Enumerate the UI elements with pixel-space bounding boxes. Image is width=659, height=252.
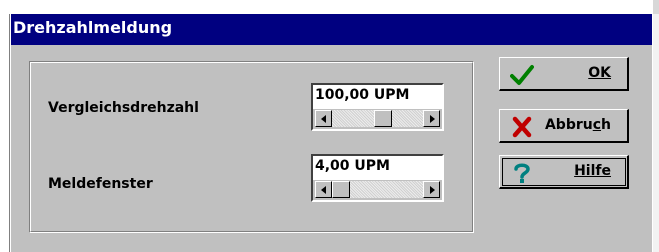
meldefenster-scrollbar[interactable] <box>315 181 440 198</box>
scroll-left-button[interactable] <box>315 110 332 127</box>
vergleichsdrehzahl-label: Vergleichsdrehzahl <box>48 100 199 116</box>
meldefenster-field: 4,00 UPM <box>311 154 444 202</box>
scroll-right-button[interactable] <box>423 181 440 198</box>
vergleichsdrehzahl-scroll-thumb[interactable] <box>374 110 392 127</box>
desktop-top-edge <box>0 0 659 14</box>
vergleichsdrehzahl-scrollbar[interactable] <box>315 110 440 127</box>
cancel-button-label: Abbruch <box>544 117 611 133</box>
help-button[interactable]: Hilfe <box>499 155 629 189</box>
screen-frame: Drehzahlmeldung Vergleichsdrehzahl 100,0… <box>0 0 659 252</box>
scroll-left-button[interactable] <box>315 181 332 198</box>
scroll-left-arrow-icon <box>321 186 326 194</box>
help-button-label: Hilfe <box>574 163 611 179</box>
cancel-button[interactable]: Abbruch <box>499 109 629 143</box>
settings-group-box: Vergleichsdrehzahl 100,00 UPM Meldefenst… <box>29 61 474 233</box>
meldefenster-label: Meldefenster <box>48 176 153 192</box>
question-icon <box>514 163 530 183</box>
scroll-left-arrow-icon <box>321 115 326 123</box>
scroll-right-button[interactable] <box>423 110 440 127</box>
desktop-right-edge <box>653 14 659 252</box>
vergleichsdrehzahl-value[interactable]: 100,00 UPM <box>313 85 442 109</box>
checkmark-icon <box>510 65 534 85</box>
dialog-title: Drehzahlmeldung <box>13 18 173 37</box>
scroll-right-arrow-icon <box>430 186 435 194</box>
scroll-right-arrow-icon <box>430 115 435 123</box>
vergleichsdrehzahl-field: 100,00 UPM <box>311 83 444 131</box>
desktop-corner <box>653 0 659 14</box>
ok-button-label: OK <box>588 65 611 81</box>
meldefenster-scroll-thumb[interactable] <box>332 181 350 198</box>
desktop-left-edge <box>0 14 10 252</box>
dialog-titlebar[interactable]: Drehzahlmeldung <box>11 14 652 45</box>
dialog-body: Vergleichsdrehzahl 100,00 UPM Meldefenst… <box>11 45 652 252</box>
red-x-icon <box>512 116 532 138</box>
ok-button[interactable]: OK <box>499 57 629 91</box>
meldefenster-value[interactable]: 4,00 UPM <box>313 156 442 180</box>
